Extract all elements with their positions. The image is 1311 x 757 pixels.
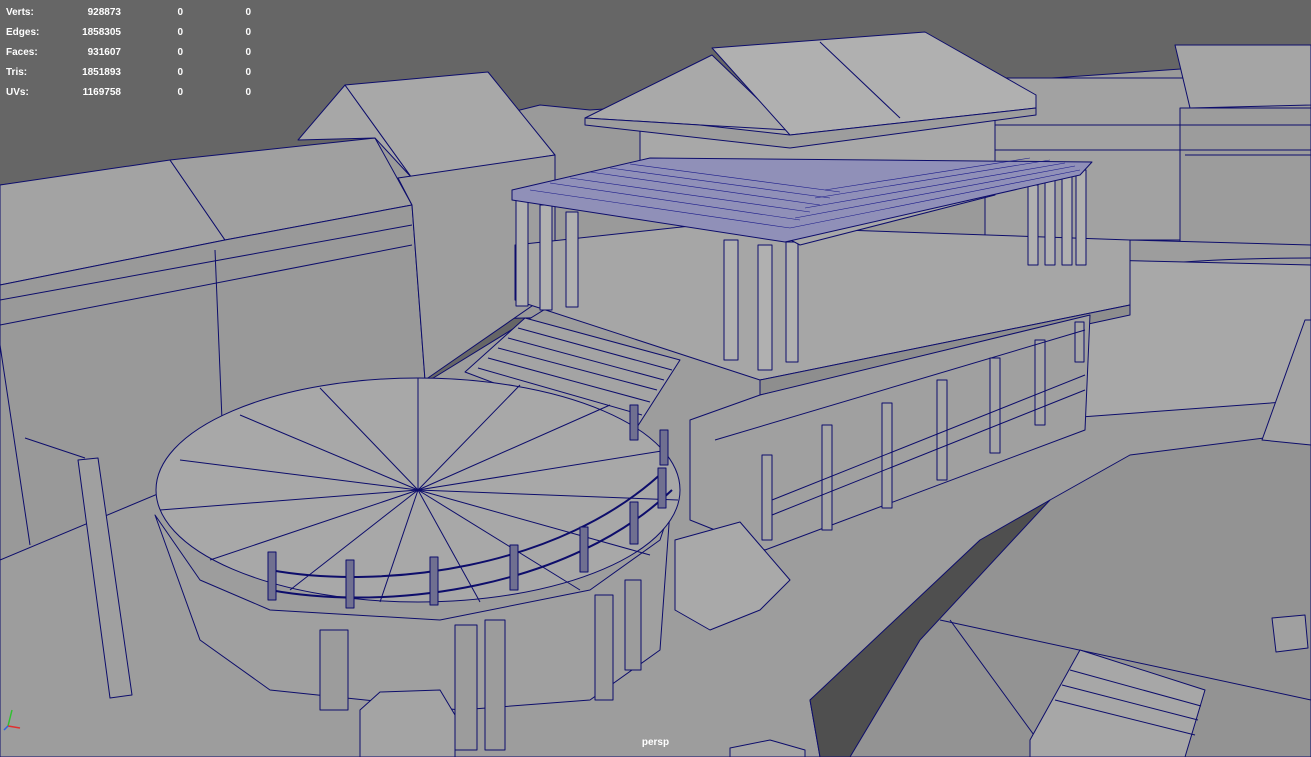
hud-value-selected: 0 <box>177 46 183 58</box>
hud-row-verts: Verts: 928873 0 0 <box>6 2 251 22</box>
scene-wireframe[interactable] <box>0 0 1311 757</box>
3d-viewport[interactable]: Verts: 928873 0 0 Edges: 1858305 0 0 Fac… <box>0 0 1311 757</box>
hud-label: Edges: <box>6 26 40 38</box>
axis-y-line <box>7 709 13 727</box>
camera-label: persp <box>641 737 670 748</box>
hud-row-uvs: UVs: 1169758 0 0 <box>6 82 251 102</box>
hud-row-edges: Edges: 1858305 0 0 <box>6 22 251 42</box>
hud-label: Faces: <box>6 46 38 58</box>
poly-count-hud: Verts: 928873 0 0 Edges: 1858305 0 0 Fac… <box>6 2 251 102</box>
hud-label: Verts: <box>6 6 34 18</box>
hud-label: UVs: <box>6 86 29 98</box>
hud-value-component: 0 <box>245 46 251 58</box>
hud-value-selected: 0 <box>177 86 183 98</box>
hud-value-selected: 0 <box>177 66 183 78</box>
hud-row-tris: Tris: 1851893 0 0 <box>6 62 251 82</box>
barrel <box>1271 614 1309 653</box>
hud-value-component: 0 <box>245 66 251 78</box>
hud-value-total: 1858305 <box>82 26 121 38</box>
axis-gizmo-icon <box>3 709 21 731</box>
hud-value-total: 1169758 <box>82 86 121 98</box>
hud-value-component: 0 <box>245 86 251 98</box>
right-building-roof <box>1174 44 1311 109</box>
right-building-wall-2 <box>1179 107 1311 246</box>
hud-value-total: 928873 <box>87 6 121 18</box>
hud-value-total: 1851893 <box>82 66 121 78</box>
axis-z-line <box>3 725 9 731</box>
hud-value-selected: 0 <box>177 26 183 38</box>
hud-value-selected: 0 <box>177 6 183 18</box>
hud-row-faces: Faces: 931607 0 0 <box>6 42 251 62</box>
hud-value-component: 0 <box>245 26 251 38</box>
axis-x-line <box>7 725 21 729</box>
hud-label: Tris: <box>6 66 28 78</box>
hud-value-component: 0 <box>245 6 251 18</box>
hud-value-total: 931607 <box>87 46 121 58</box>
